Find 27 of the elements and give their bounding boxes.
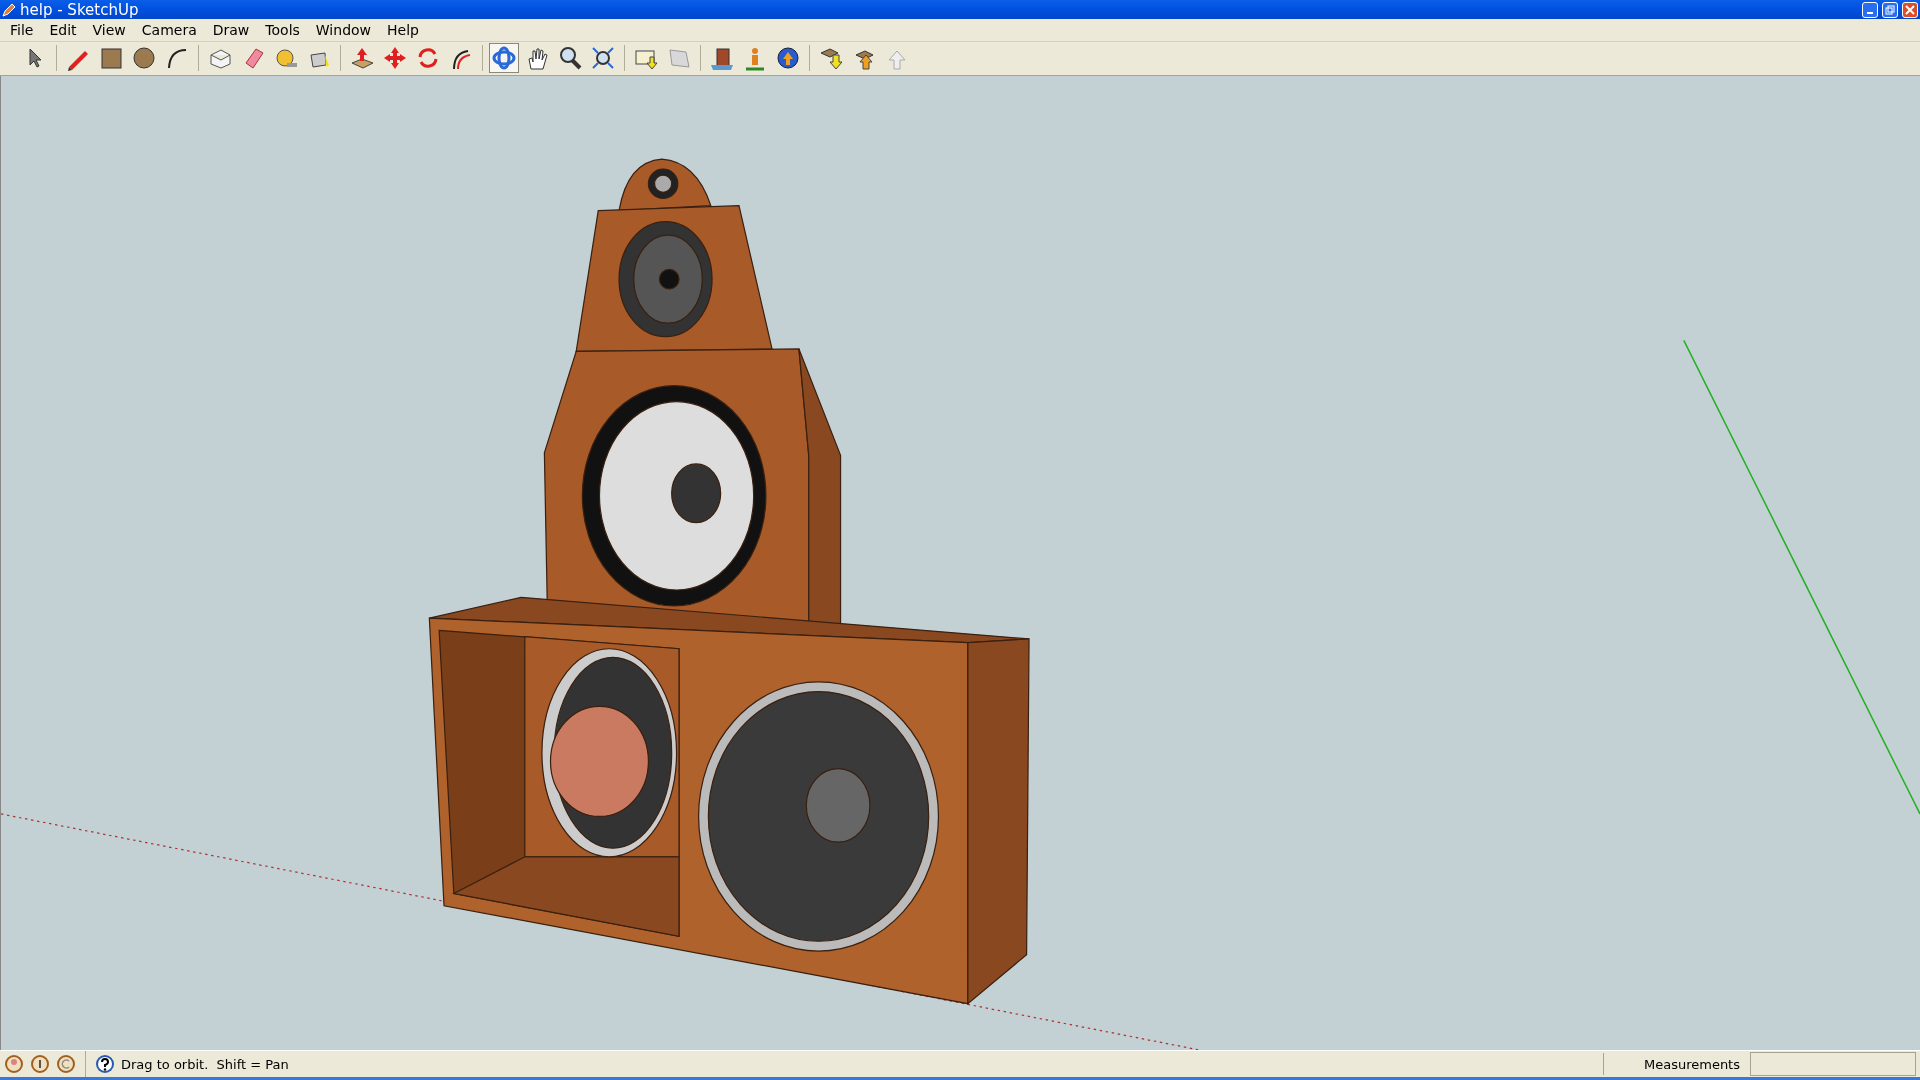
help-icon[interactable] [95, 1054, 115, 1074]
measurements-field[interactable] [1750, 1052, 1916, 1076]
restore-button[interactable] [1882, 1, 1898, 18]
menu-item[interactable]: Camera [133, 22, 205, 39]
menu-item[interactable]: Draw [204, 22, 258, 39]
globe-icon [775, 45, 801, 72]
close-icon [1905, 4, 1915, 15]
menu-item[interactable]: File [2, 22, 42, 39]
menu-item[interactable]: Tools [257, 22, 308, 39]
pencil-icon [2, 2, 16, 17]
menu-item[interactable]: View [84, 22, 134, 39]
minimize-icon [1867, 11, 1873, 14]
measurements-label: Measurements [1602, 1053, 1744, 1075]
circle-icon [131, 45, 157, 72]
minimize-button[interactable] [1862, 1, 1878, 18]
restore-icon [1885, 4, 1895, 15]
square-icon [98, 45, 124, 72]
building-icon [709, 45, 735, 72]
menu-item[interactable]: Window [307, 22, 380, 39]
close-button[interactable] [1902, 1, 1918, 18]
status-hint: Drag to orbit. Shift = Pan [121, 1056, 290, 1072]
menu-item[interactable]: Help [379, 22, 427, 39]
window-title: help - SketchUp [20, 0, 140, 19]
letter-circle-icon[interactable] [56, 1054, 76, 1074]
menu-item[interactable]: Edit [41, 22, 85, 39]
magnifier-icon [557, 45, 583, 72]
orbit-icon [491, 45, 517, 72]
